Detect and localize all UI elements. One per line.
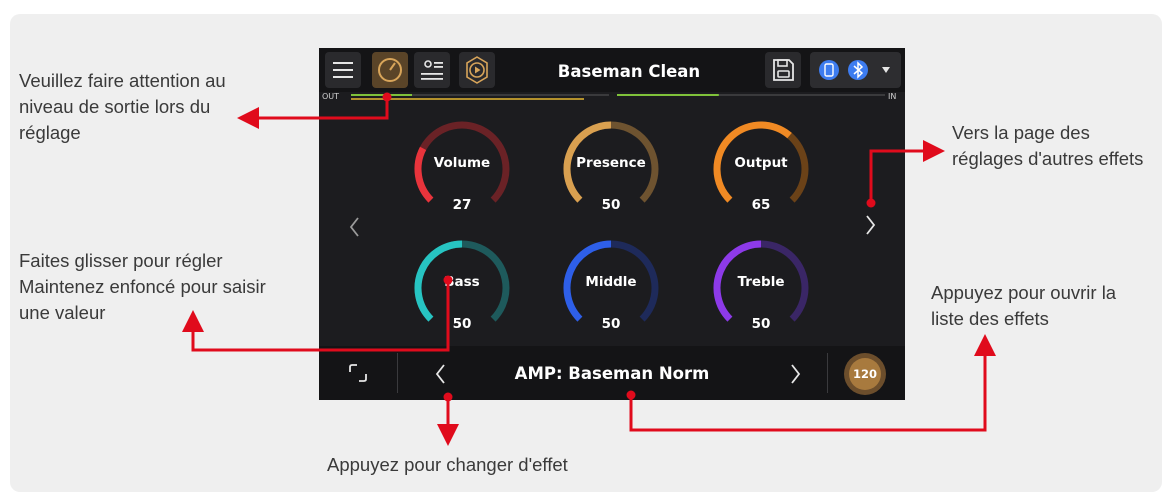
callout-arrowhead — [923, 140, 945, 162]
callout-line-other-effects — [869, 149, 925, 203]
callout-arrowhead — [437, 424, 459, 446]
callout-line-open-list — [629, 354, 987, 432]
callout-arrowhead — [974, 334, 996, 356]
callout-overlay — [182, 92, 996, 446]
callout-line-drag-adjust — [191, 280, 450, 352]
callout-dot — [443, 275, 453, 285]
callout-dot — [443, 392, 453, 402]
callout-line-output-level — [258, 97, 389, 120]
callout-arrowhead — [182, 310, 204, 332]
callout-dot — [382, 92, 392, 102]
callout-arrowhead — [237, 107, 259, 129]
callout-dot — [626, 390, 636, 400]
callout-dot — [866, 198, 876, 208]
